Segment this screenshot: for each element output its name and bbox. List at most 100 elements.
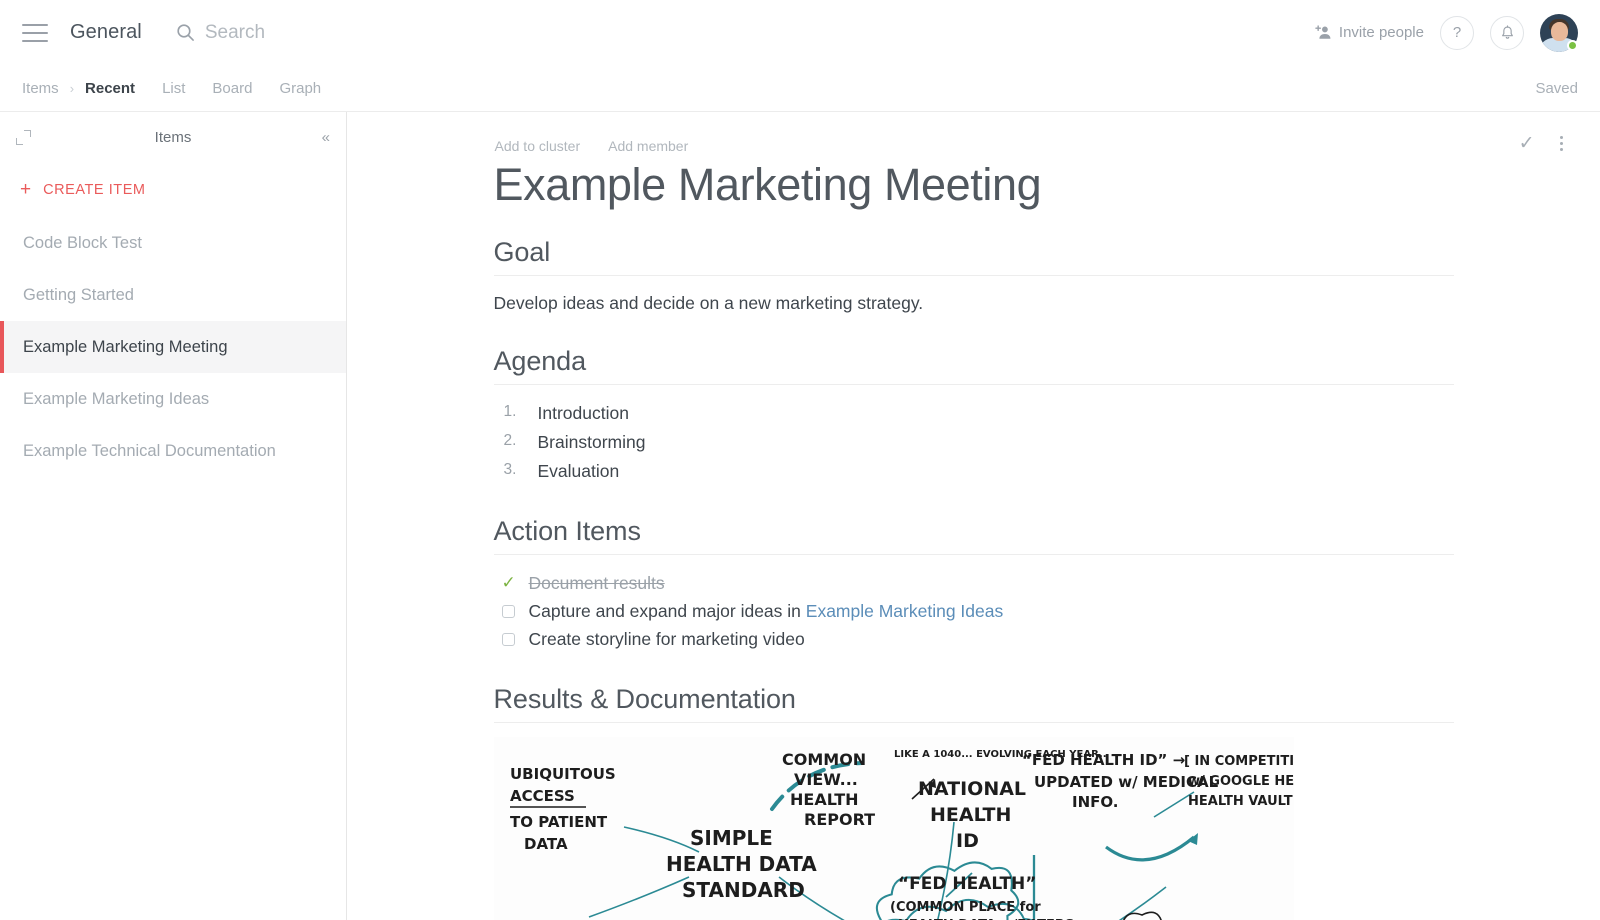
sidebar-item-example-technical-documentation[interactable]: Example Technical Documentation: [0, 425, 346, 477]
action-item-row: Create storyline for marketing video: [501, 625, 1454, 653]
top-bar: General Invite people ?: [0, 0, 1600, 65]
save-status: Saved: [1535, 79, 1578, 97]
hamburger-line: [22, 23, 48, 26]
agenda-item: Introduction: [504, 399, 629, 424]
sidebar-item-code-block-test[interactable]: Code Block Test: [0, 217, 346, 269]
document: ✓ Add to cluster Add member Example Mark…: [493, 112, 1563, 920]
checkmark-icon[interactable]: ✓: [1519, 134, 1535, 153]
section-heading-action-items: Action Items: [493, 516, 1454, 555]
sketch-label-report: REPORT: [804, 810, 875, 829]
sketch-label-competition: [ IN COMPETITION: [1184, 754, 1294, 769]
avatar-face: [1551, 21, 1568, 41]
sketch-label-health-2: HEALTH: [930, 804, 1011, 826]
sketch-label-standard: STANDARD: [682, 878, 805, 902]
section-heading-results: Results & Documentation: [493, 684, 1454, 723]
breadcrumb-tab-row: Items › Recent List Board Graph Saved: [0, 65, 1600, 112]
sketch-label-fed-health-id: “FED HEALTH ID” →: [1022, 751, 1185, 769]
agenda-list: Introduction Brainstorming Evaluation: [494, 399, 1454, 486]
user-avatar[interactable]: [1540, 13, 1578, 52]
action-item-label: Capture and expand major ideas in Exampl…: [529, 597, 1004, 625]
add-to-cluster-button[interactable]: Add to cluster: [495, 138, 581, 154]
document-actions: ✓: [1519, 134, 1564, 153]
sketch-label-to-patient: TO PATIENT: [510, 813, 608, 831]
kebab-dot: [1559, 148, 1563, 151]
action-item-row: Capture and expand major ideas in Exampl…: [501, 597, 1454, 625]
section-heading-goal: Goal: [493, 237, 1454, 276]
body-split: Items « + CREATE ITEM Code Block Test Ge…: [0, 112, 1600, 920]
tab-recent[interactable]: Recent: [85, 80, 135, 97]
search-box[interactable]: [176, 21, 1315, 44]
notifications-button[interactable]: [1490, 15, 1524, 50]
sidebar-item-example-marketing-meeting[interactable]: Example Marketing Meeting: [0, 321, 346, 373]
action-item-label: Create storyline for marketing video: [528, 629, 805, 650]
expand-corner: [16, 137, 23, 145]
kebab-dot: [1559, 142, 1563, 145]
sketchnote-svg: ideas: [509, 749, 1294, 920]
sketch-label-id: ID: [956, 830, 979, 852]
add-member-button[interactable]: Add member: [608, 138, 688, 154]
sketch-label-health-data: HEALTH DATA: [666, 852, 817, 876]
agenda-item: Evaluation: [504, 457, 620, 482]
tab-list[interactable]: List: [162, 80, 185, 97]
bell-icon: [1501, 24, 1513, 39]
expand-icon[interactable]: [16, 129, 31, 145]
checkbox-checked-icon[interactable]: ✓: [502, 574, 516, 591]
sketch-label-view: VIEW...: [794, 770, 858, 789]
plus-icon: +: [20, 179, 32, 200]
action-items-list: ✓ Document results Capture and expand ma…: [494, 569, 1454, 654]
sketch-label-google-health: w/ GOOGLE HEALTH,: [1188, 774, 1294, 789]
sketch-label-data: DATA: [524, 835, 568, 853]
sketch-label-common: COMMON: [782, 750, 866, 769]
hamburger-line: [22, 31, 48, 34]
sidebar-title: Items: [154, 128, 192, 146]
top-bar-actions: Invite people ?: [1315, 13, 1578, 52]
online-status-dot: [1567, 39, 1578, 51]
sidebar-item-getting-started[interactable]: Getting Started: [0, 269, 346, 321]
sidebar-item-list: Code Block Test Getting Started Example …: [0, 217, 346, 477]
kebab-menu-icon[interactable]: [1559, 136, 1564, 151]
document-pane: ✓ Add to cluster Add member Example Mark…: [347, 112, 1600, 920]
sketch-label-common-place: (COMMON PLACE for: [890, 900, 1041, 915]
sketchnote-image: ideas: [493, 736, 1294, 920]
create-item-label: CREATE ITEM: [43, 181, 146, 198]
breadcrumb-separator-icon: ›: [69, 80, 75, 96]
hamburger-menu-icon[interactable]: [22, 23, 48, 42]
action-item-label: Document results: [528, 572, 665, 593]
hamburger-line: [22, 39, 48, 42]
sidebar-header: Items «: [0, 112, 346, 162]
create-item-button[interactable]: + CREATE ITEM: [0, 162, 346, 217]
document-title[interactable]: Example Marketing Meeting: [494, 159, 1454, 211]
sketch-label-simple: SIMPLE: [690, 826, 773, 850]
sketch-label-access: ACCESS: [510, 787, 575, 805]
sketch-label-health-vault: HEALTH VAULT ]: [1188, 794, 1294, 809]
invite-people-button[interactable]: Invite people: [1315, 24, 1424, 41]
tab-graph[interactable]: Graph: [279, 80, 321, 97]
search-icon: [177, 24, 194, 41]
goal-body-text: Develop ideas and decide on a new market…: [493, 292, 924, 313]
breadcrumb-items[interactable]: Items: [22, 80, 59, 97]
sketch-label-ubiquitous: UBIQUITOUS: [510, 765, 616, 783]
sidebar: Items « + CREATE ITEM Code Block Test Ge…: [0, 112, 347, 920]
collapse-sidebar-icon[interactable]: «: [322, 129, 330, 146]
sketch-label-health: HEALTH: [790, 790, 859, 809]
checkbox-unchecked-icon[interactable]: [501, 604, 515, 618]
sketch-label-info: INFO.: [1072, 793, 1119, 811]
add-person-icon: [1315, 25, 1331, 39]
help-button[interactable]: ?: [1440, 15, 1474, 50]
agenda-item: Brainstorming: [504, 428, 646, 453]
invite-people-label: Invite people: [1338, 24, 1424, 41]
workspace-name[interactable]: General: [70, 21, 142, 44]
tab-board[interactable]: Board: [212, 80, 252, 97]
document-link-example-marketing-ideas[interactable]: Example Marketing Ideas: [806, 601, 1003, 621]
sidebar-item-example-marketing-ideas[interactable]: Example Marketing Ideas: [0, 373, 346, 425]
sketch-label-national: NATIONAL: [918, 778, 1026, 800]
sketch-label-fed-health: “FED HEALTH”: [898, 874, 1036, 894]
kebab-dot: [1559, 136, 1563, 139]
search-input[interactable]: [204, 21, 605, 44]
section-heading-agenda: Agenda: [493, 346, 1454, 385]
expand-corner: [24, 129, 31, 137]
checkbox-unchecked-icon[interactable]: [501, 632, 515, 646]
